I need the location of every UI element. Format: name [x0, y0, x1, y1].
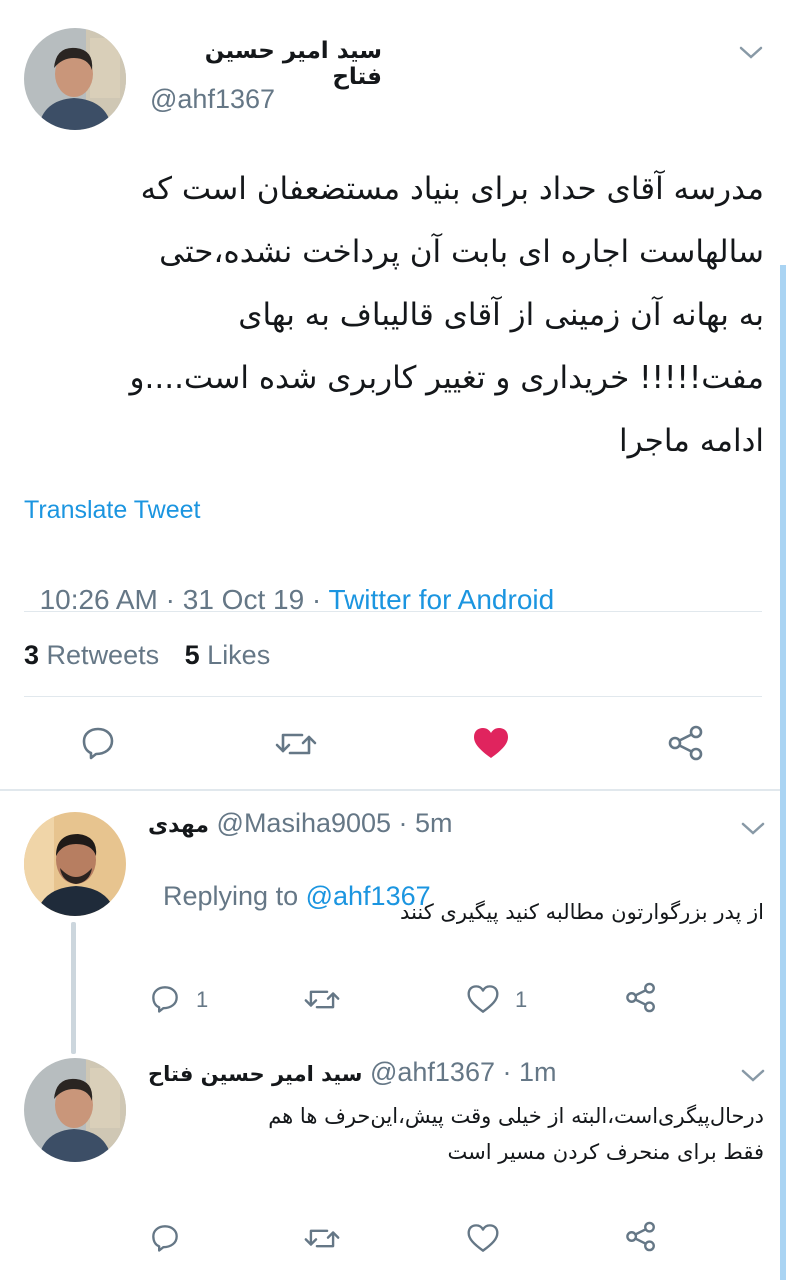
heart-icon[interactable] — [467, 1223, 499, 1253]
reply-text-line: فقط برای منحرف کردن مسیر است — [447, 1140, 765, 1164]
retweets-stat[interactable]: 3 Retweets — [24, 640, 167, 670]
share-icon[interactable] — [666, 725, 706, 761]
tweet-text: مدرسه آقای حداد برای بنیاد مستضعفان است … — [20, 158, 764, 473]
likes-count: 5 — [184, 640, 200, 670]
chevron-down-icon[interactable] — [740, 821, 766, 837]
section-divider — [0, 789, 786, 791]
reply-text-line: درحال‌پیگری‌است،البته از خیلی وقت پیش،ای… — [268, 1104, 764, 1128]
reply-handle-time[interactable]: @Masiha9005 · 5m — [217, 808, 453, 838]
reply-handle-time[interactable]: @ahf1367 · 1m — [370, 1057, 557, 1087]
reply-display-name[interactable]: مهدی — [148, 813, 209, 838]
reply-icon[interactable] — [150, 984, 180, 1014]
author-display-name[interactable]: سید امیر حسین فتاح — [150, 38, 382, 90]
reply-header: مهدی @Masiha9005 · 5m — [148, 808, 453, 839]
reply-icon[interactable] — [80, 725, 116, 761]
retweet-icon[interactable] — [274, 727, 318, 761]
tweet-meta: 10:26 AM · 31 Oct 19 · Twitter for Andro… — [24, 552, 555, 616]
tweet-stats: 3 Retweets 5 Likes — [24, 640, 270, 671]
tweet-text-line: ادامه ماجرا — [618, 423, 764, 459]
reply-header: سید امیر حسین فتاح @ahf1367 · 1m — [148, 1057, 556, 1088]
author-avatar[interactable] — [24, 28, 126, 130]
tweet-text-line: مدرسه آقای حداد برای بنیاد مستضعفان است … — [140, 171, 764, 207]
retweets-label: Retweets — [46, 640, 160, 670]
likes-stat[interactable]: 5 Likes — [185, 640, 271, 670]
share-icon[interactable] — [624, 982, 658, 1013]
like-count: 1 — [515, 987, 528, 1012]
heart-icon[interactable] — [467, 984, 499, 1014]
reply-count: 1 — [196, 987, 209, 1012]
author-handle[interactable]: @ahf1367 — [150, 84, 275, 115]
retweets-count: 3 — [24, 640, 40, 670]
avatar-photo — [24, 1058, 126, 1162]
share-icon[interactable] — [624, 1221, 658, 1252]
avatar-photo — [24, 812, 126, 916]
translate-tweet-link[interactable]: Translate Tweet — [24, 496, 200, 525]
scrollbar[interactable] — [780, 265, 786, 1280]
reply-display-name[interactable]: سید امیر حسین فتاح — [148, 1062, 362, 1086]
tweet-text-line: مفت!!!!! خریداری و تغییر کاربری شده است.… — [129, 360, 764, 396]
tweet-text-line: سالهاست اجاره ای بابت آن پرداخت نشده،حتی — [159, 234, 764, 270]
chevron-down-icon[interactable] — [740, 1068, 766, 1084]
tweet-text-line: به بهانه آن زمینی از آقای قالیباف به بها… — [238, 297, 764, 333]
reply-author-avatar[interactable] — [24, 1058, 126, 1162]
reply-text: از پدر بزرگوارتون مطالبه کنید پیگیری کنن… — [400, 900, 764, 924]
reply-icon[interactable] — [150, 1223, 180, 1253]
divider — [24, 696, 762, 697]
thread-connector — [71, 922, 76, 1054]
chevron-down-icon[interactable] — [738, 45, 764, 61]
retweet-icon[interactable] — [303, 985, 341, 1014]
likes-label: Likes — [207, 640, 271, 670]
retweet-icon[interactable] — [303, 1224, 341, 1253]
divider — [24, 611, 762, 612]
reply-author-avatar[interactable] — [24, 812, 126, 916]
reply-text: درحال‌پیگری‌است،البته از خیلی وقت پیش،ای… — [148, 1098, 764, 1170]
heart-icon[interactable] — [472, 726, 510, 760]
avatar-photo — [24, 28, 126, 130]
